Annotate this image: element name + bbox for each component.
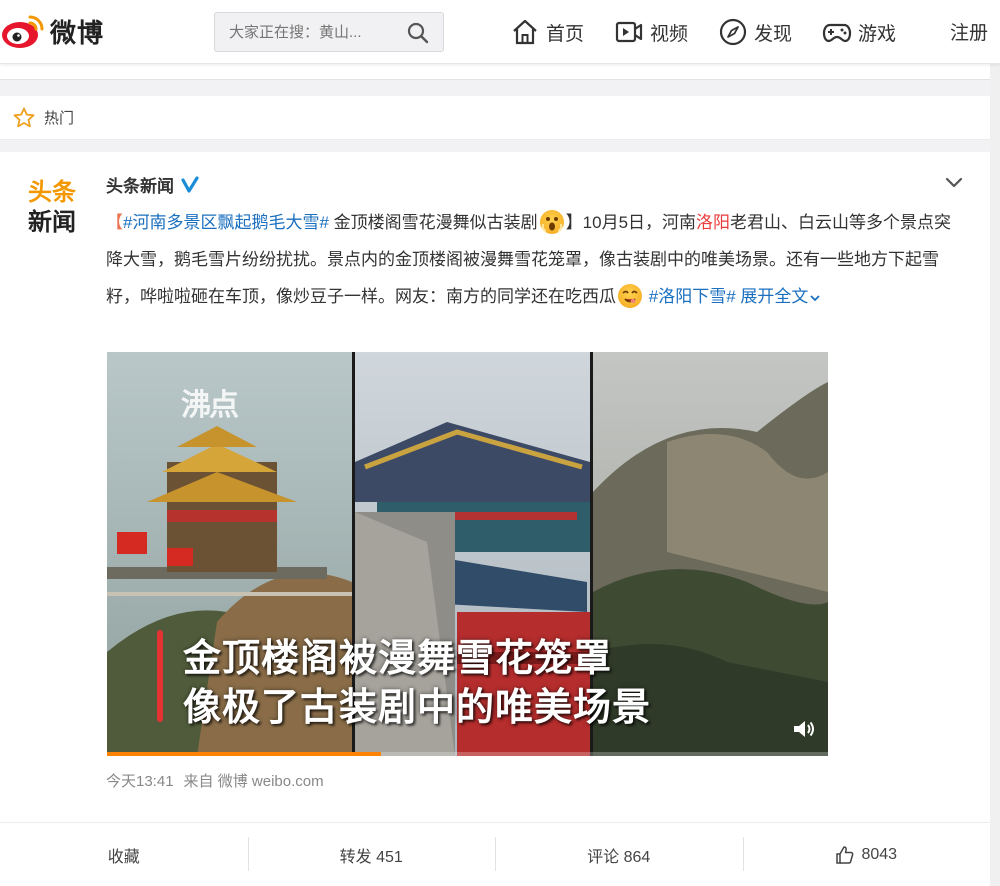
hot-section-header: 热门 [0,96,990,140]
video-caption-line1: 金顶楼阁被漫舞雪花笼罩 [183,638,613,680]
avatar-text-bottom: 新闻 [28,208,76,236]
top-navbar: 微博 首页 视频 发现 [0,0,1000,64]
comment-label: 评论 864 [587,848,651,866]
video-progress-track[interactable] [107,752,828,756]
video-caption-line2: 像极了古装剧中的唯美场景 [183,687,652,729]
author-row: 头条新闻 [106,172,200,197]
like-count: 8043 [861,845,898,863]
nav-home[interactable]: 首页 [510,14,584,50]
search-box[interactable] [214,12,444,52]
gamepad-icon [822,23,852,43]
post-meta: 今天13:41 来自 微博 weibo.com [106,770,324,791]
register-link[interactable]: 注册 [950,18,988,45]
headline-text: 金顶楼阁雪花漫舞似古装剧 [328,213,538,232]
search-icon[interactable] [407,22,429,44]
search-input[interactable] [229,23,399,41]
nav-games-label: 游戏 [858,23,897,45]
favorite-label: 收藏 [107,848,140,866]
hashtag-luoyang-link[interactable]: #洛阳下雪# [649,287,736,306]
place-link[interactable]: 洛阳 [696,213,730,232]
video-player[interactable]: 沸点 金顶楼阁被漫舞雪花笼罩 像极了古装剧中的唯美场景 [107,352,828,756]
nav-home-label: 首页 [546,23,585,45]
previous-card-edge [0,64,990,80]
hashtag-link[interactable]: #河南多景区飘起鹅毛大雪# [123,213,329,232]
author-name[interactable]: 头条新闻 [106,172,174,197]
compass-icon [719,18,747,46]
scrollbar[interactable] [990,64,1000,886]
weibo-logo-icon [2,15,44,48]
repost-label: 转发 451 [339,848,403,866]
nav-games[interactable]: 游戏 [822,14,896,50]
date-text: 】10月5日，河南 [565,213,697,232]
scream-emoji-icon [539,209,564,234]
action-bar: 收藏 转发 451 评论 864 8043 [0,822,990,886]
verified-icon [181,175,199,193]
weibo-logo[interactable]: 微博 [0,8,104,54]
expand-chevron-icon [810,294,821,301]
caption-accent-bar [157,630,163,722]
source-prefix: 来自 [183,773,214,790]
video-watermark: 沸点 [181,388,239,423]
post-time[interactable]: 今天13:41 [106,770,174,791]
yum-emoji-icon [618,283,642,308]
logo-text: 微博 [50,18,105,49]
post-source: 微博 weibo.com [217,773,324,790]
nav-discover[interactable]: 发现 [718,14,792,50]
nav-video[interactable]: 视频 [614,14,688,50]
repost-button[interactable]: 转发 451 [247,823,496,886]
volume-icon[interactable] [790,716,816,742]
post-text: 【#河南多景区飘起鹅毛大雪# 金顶楼阁雪花漫舞似古装剧 】10月5日，河南洛阳老君… [106,204,966,315]
nav-discover-label: 发现 [754,23,793,45]
post-card: 头条 新闻 头条新闻 【#河南多景区飘起鹅毛大雪# 金顶楼阁雪花漫舞似古装剧 】1… [0,152,990,886]
chevron-down-icon[interactable] [942,170,966,194]
avatar-text-top: 头条 [28,178,77,206]
avatar[interactable]: 头条 新闻 [26,174,88,236]
favorite-button[interactable]: 收藏 [0,823,248,886]
nav-video-label: 视频 [650,23,689,45]
expand-full-text-link[interactable]: 展开全文 [740,287,822,306]
star-icon [13,107,35,127]
thumbs-up-icon [836,845,854,864]
hot-label: 热门 [44,110,75,127]
video-icon [615,21,643,43]
expand-label: 展开全文 [740,287,809,306]
home-icon [513,19,537,45]
comment-button[interactable]: 评论 864 [495,823,743,886]
like-button[interactable]: 8043 [742,823,991,886]
bracket-open: 【 [106,213,123,232]
video-progress-fill [107,752,381,756]
